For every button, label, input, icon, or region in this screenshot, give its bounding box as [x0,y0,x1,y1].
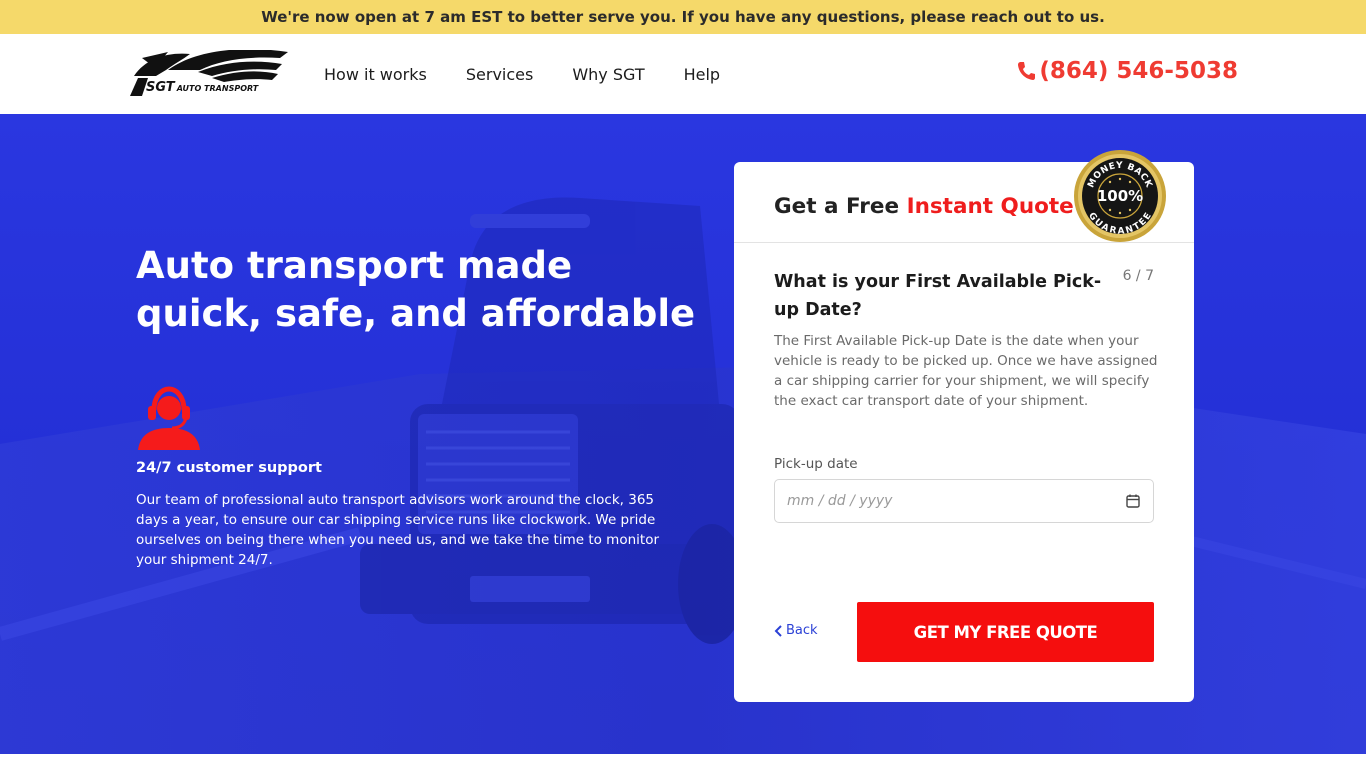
question-description: The First Available Pick-up Date is the … [774,333,1158,409]
logo-subtitle: AUTO TRANSPORT [176,84,259,93]
step-counter: 6 / 7 [1122,268,1154,284]
logo-wordmark: SGT AUTO TRANSPORT [146,80,258,95]
quote-title-prefix: Get a Free [774,194,900,219]
quote-form-card: Get a Free Instant Quote MONEY BACK 100%… [734,150,1194,702]
back-button[interactable]: Back [774,623,818,638]
support-title: 24/7 customer support [136,460,322,476]
calendar-icon[interactable] [1125,493,1141,509]
phone-number: (864) 546-5038 [1039,58,1238,84]
phone-icon [1018,62,1036,80]
money-back-guarantee-badge: MONEY BACK 100% GUARANTEE [1074,150,1166,242]
nav-why-sgt[interactable]: Why SGT [572,65,644,84]
nav-how-it-works[interactable]: How it works [324,65,427,84]
hero-title: Auto transport made quick, safe, and aff… [136,244,696,335]
nav-help[interactable]: Help [684,65,720,84]
announcement-text: We're now open at 7 am EST to better ser… [261,8,1105,26]
quote-title-accent: Instant Quote [906,194,1074,219]
main-nav: How it works Services Why SGT Help [324,34,720,114]
back-label: Back [786,623,818,638]
site-header: SGT AUTO TRANSPORT How it works Services … [0,34,1366,114]
quote-form-header: Get a Free Instant Quote MONEY BACK 100%… [734,150,1194,243]
quote-form-title: Get a Free Instant Quote [774,194,1074,219]
pickup-date-placeholder: mm / dd / yyyy [787,493,893,509]
support-description: Our team of professional auto transport … [136,492,660,568]
get-free-quote-button[interactable]: GET MY FREE QUOTE [857,602,1154,662]
logo-name: SGT [146,80,175,95]
chevron-left-icon [774,624,782,637]
headset-agent-icon [138,386,200,450]
phone-link[interactable]: (864) 546-5038 [1017,58,1238,84]
question-title: What is your First Available Pick-up Dat… [774,272,1102,320]
nav-services[interactable]: Services [466,65,533,84]
pickup-date-label: Pick-up date [774,456,858,472]
announcement-bar: We're now open at 7 am EST to better ser… [0,0,1366,34]
badge-center-text: 100% [1097,187,1143,205]
sgt-logo[interactable]: SGT AUTO TRANSPORT [128,49,290,100]
pickup-date-input[interactable]: mm / dd / yyyy [774,479,1154,523]
